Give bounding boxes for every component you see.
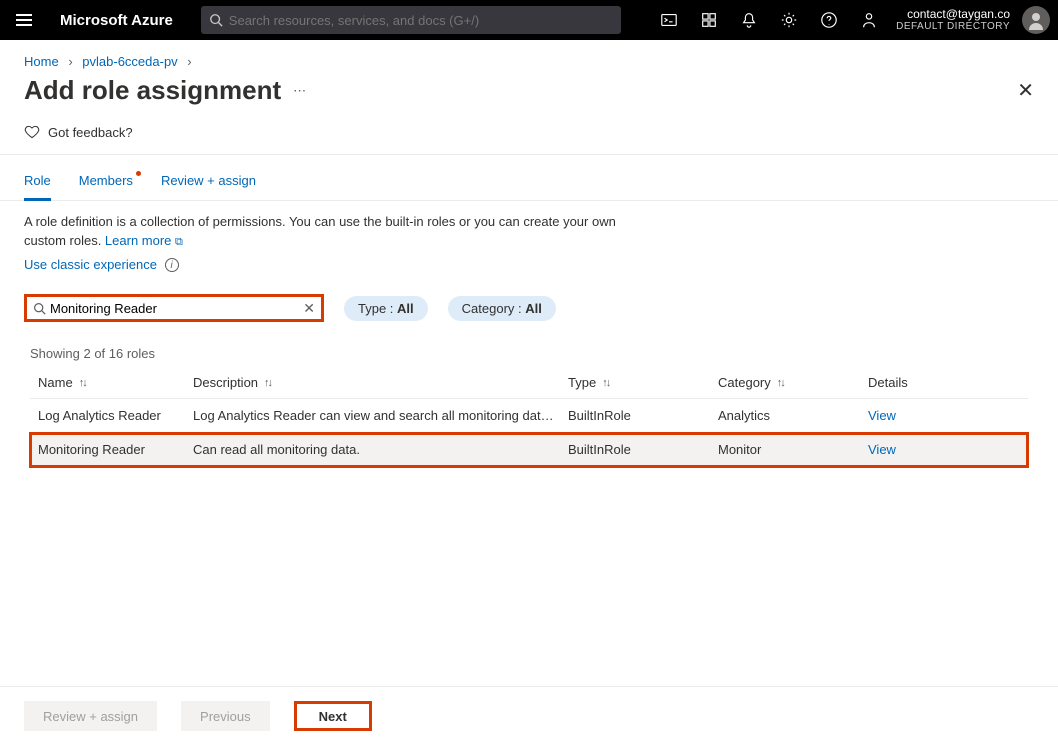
tab-role[interactable]: Role <box>24 173 51 201</box>
role-search-box[interactable]: ✕ <box>24 294 324 322</box>
notifications-icon[interactable] <box>730 0 768 40</box>
type-filter-value: All <box>397 301 414 316</box>
feedback-link[interactable]: Got feedback? <box>48 125 133 140</box>
table-row[interactable]: Log Analytics Reader Log Analytics Reade… <box>30 399 1028 433</box>
feedback-bar: Got feedback? <box>0 124 1058 155</box>
view-details-link[interactable]: View <box>868 408 896 423</box>
close-icon[interactable]: ✕ <box>1017 78 1034 103</box>
account-directory: DEFAULT DIRECTORY <box>896 21 1010 33</box>
sort-icon: ↑↓ <box>777 377 784 389</box>
account-info[interactable]: contact@taygan.co DEFAULT DIRECTORY <box>896 7 1014 33</box>
roles-table: Name ↑↓ Description ↑↓ Type ↑↓ Category … <box>0 367 1058 467</box>
previous-button[interactable]: Previous <box>181 701 270 731</box>
filters-row: ✕ Type : All Category : All <box>0 284 1058 330</box>
col-category-label: Category <box>718 375 771 390</box>
table-row[interactable]: Monitoring Reader Can read all monitorin… <box>30 433 1028 467</box>
cloud-shell-icon[interactable] <box>650 0 688 40</box>
hamburger-menu[interactable] <box>8 14 40 26</box>
col-name[interactable]: Name ↑↓ <box>38 375 193 390</box>
directories-icon[interactable] <box>690 0 728 40</box>
page-header: Add role assignment ⋯ ✕ <box>0 69 1058 124</box>
view-details-link[interactable]: View <box>868 442 896 457</box>
col-details: Details <box>868 375 988 390</box>
cell-name: Log Analytics Reader <box>38 408 193 423</box>
global-search-input[interactable] <box>229 13 613 28</box>
next-button[interactable]: Next <box>294 701 372 731</box>
classic-experience-link[interactable]: Use classic experience <box>24 257 157 272</box>
tab-review[interactable]: Review + assign <box>161 173 256 200</box>
learn-more-link[interactable]: Learn more ⧉ <box>105 233 183 248</box>
cell-type: BuiltInRole <box>568 442 718 457</box>
sort-icon: ↑↓ <box>602 377 609 389</box>
tabs: Role Members Review + assign <box>0 155 1058 201</box>
cell-description: Can read all monitoring data. <box>193 442 568 457</box>
topbar-actions <box>650 0 888 40</box>
avatar-icon <box>1026 10 1046 30</box>
chevron-right-icon: › <box>68 54 72 69</box>
brand-label[interactable]: Microsoft Azure <box>60 12 173 29</box>
top-bar: Microsoft Azure contact@taygan.co DEFAUL… <box>0 0 1058 40</box>
sort-icon: ↑↓ <box>79 377 86 389</box>
chevron-right-icon: › <box>187 54 191 69</box>
settings-icon[interactable] <box>770 0 808 40</box>
breadcrumb-home[interactable]: Home <box>24 54 59 69</box>
breadcrumb: Home › pvlab-6cceda-pv › <box>0 40 1058 69</box>
results-count: Showing 2 of 16 roles <box>0 330 1058 367</box>
cell-name: Monitoring Reader <box>38 442 193 457</box>
help-icon[interactable] <box>810 0 848 40</box>
table-header: Name ↑↓ Description ↑↓ Type ↑↓ Category … <box>30 367 1028 399</box>
col-type-label: Type <box>568 375 596 390</box>
external-link-icon: ⧉ <box>175 236 183 248</box>
learn-more-label: Learn more <box>105 233 171 248</box>
category-filter-value: All <box>525 301 542 316</box>
cell-category: Analytics <box>718 408 868 423</box>
cell-description: Log Analytics Reader can view and search… <box>193 408 568 423</box>
tab-members-label: Members <box>79 173 133 188</box>
classic-experience: Use classic experience i <box>0 255 1058 285</box>
col-type[interactable]: Type ↑↓ <box>568 375 718 390</box>
feedback-icon[interactable] <box>850 0 888 40</box>
heart-icon <box>24 124 40 140</box>
attention-dot-icon <box>136 171 141 176</box>
page-title: Add role assignment <box>24 75 281 106</box>
sort-icon: ↑↓ <box>264 377 271 389</box>
col-description-label: Description <box>193 375 258 390</box>
search-icon <box>209 13 223 27</box>
search-icon <box>33 302 46 315</box>
cell-category: Monitor <box>718 442 868 457</box>
footer-actions: Review + assign Previous Next <box>0 686 1058 745</box>
role-description: A role definition is a collection of per… <box>0 201 640 255</box>
tab-members[interactable]: Members <box>79 173 133 200</box>
category-filter[interactable]: Category : All <box>448 296 556 321</box>
cell-type: BuiltInRole <box>568 408 718 423</box>
col-category[interactable]: Category ↑↓ <box>718 375 868 390</box>
breadcrumb-resource[interactable]: pvlab-6cceda-pv <box>82 54 177 69</box>
account-email: contact@taygan.co <box>896 7 1010 21</box>
more-actions-icon[interactable]: ⋯ <box>293 83 306 99</box>
col-description[interactable]: Description ↑↓ <box>193 375 568 390</box>
avatar[interactable] <box>1022 6 1050 34</box>
col-name-label: Name <box>38 375 73 390</box>
type-filter[interactable]: Type : All <box>344 296 428 321</box>
review-assign-button[interactable]: Review + assign <box>24 701 157 731</box>
category-filter-label: Category : <box>462 301 526 316</box>
info-icon[interactable]: i <box>165 258 179 272</box>
type-filter-label: Type : <box>358 301 397 316</box>
col-details-label: Details <box>868 375 908 390</box>
role-search-input[interactable] <box>50 301 303 316</box>
clear-search-icon[interactable]: ✕ <box>303 300 315 317</box>
global-search[interactable] <box>201 6 621 34</box>
